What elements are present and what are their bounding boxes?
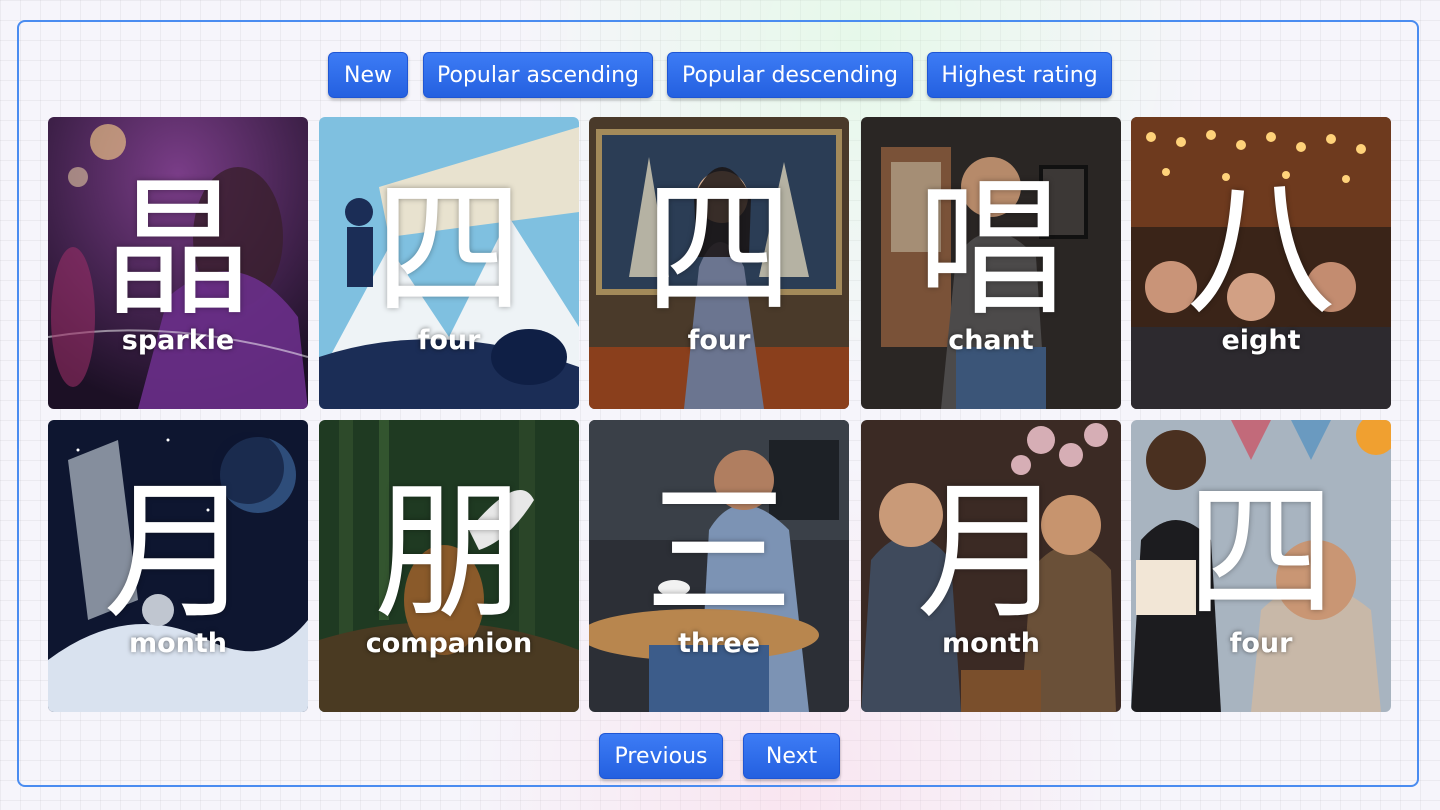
kanji-card[interactable]: 月 month [861,420,1121,712]
kanji-card[interactable]: 朋 companion [319,420,579,712]
kanji-meaning: sparkle [121,325,235,356]
kanji-card[interactable]: 晶 sparkle [48,117,308,409]
kanji-meaning: companion [365,628,533,659]
kanji-meaning: chant [948,325,1034,356]
sort-popular-ascending-button[interactable]: Popular ascending [423,52,653,98]
kanji-meaning: four [417,325,481,356]
kanji-card[interactable]: 四 four [1131,420,1391,712]
kanji-card[interactable]: 月 month [48,420,308,712]
kanji-card[interactable]: 四 four [319,117,579,409]
sort-highest-rating-button[interactable]: Highest rating [927,52,1112,98]
kanji-character: 四 [373,163,524,337]
kanji-card[interactable]: 唱 chant [861,117,1121,409]
kanji-character: 月 [915,466,1066,640]
kanji-character: 晶 [102,163,253,337]
kanji-card[interactable]: 三 three [589,420,849,712]
sort-new-button[interactable]: New [328,52,408,98]
previous-page-button[interactable]: Previous [599,733,723,779]
kanji-character: 四 [1185,466,1336,640]
kanji-meaning: eight [1221,325,1301,356]
kanji-character: 唱 [915,163,1066,337]
next-page-button[interactable]: Next [743,733,840,779]
kanji-meaning: four [687,325,751,356]
kanji-character: 三 [643,466,794,640]
kanji-card[interactable]: 四 four [589,117,849,409]
kanji-meaning: month [941,628,1041,659]
kanji-character: 八 [1185,163,1336,337]
kanji-card[interactable]: 八 eight [1131,117,1391,409]
kanji-meaning: three [677,628,761,659]
kanji-character: 朋 [373,466,524,640]
kanji-character: 月 [102,466,253,640]
kanji-character: 四 [643,163,794,337]
kanji-meaning: month [128,628,228,659]
sort-popular-descending-button[interactable]: Popular descending [667,52,913,98]
kanji-meaning: four [1229,628,1293,659]
